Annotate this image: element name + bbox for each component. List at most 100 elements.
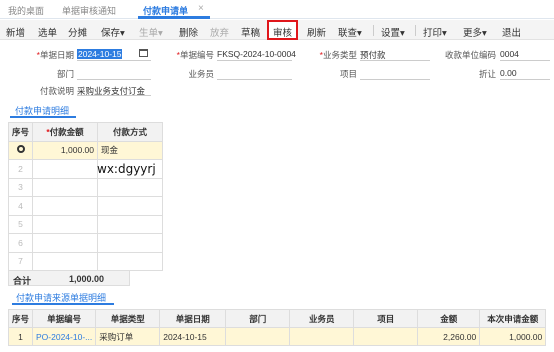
- amount-cell[interactable]: [32, 177, 99, 197]
- total-value: 1,000.00: [69, 274, 105, 284]
- abandon-button[interactable]: 放弃: [210, 25, 229, 39]
- seq-cell: 5: [7, 214, 34, 234]
- detail-title-underline: [10, 116, 76, 118]
- print-label: 打印: [423, 28, 443, 39]
- chevron-down-icon: ▾: [442, 28, 447, 39]
- seq-cell: 2: [7, 159, 34, 179]
- src-project-cell: [353, 327, 419, 346]
- project-label: 项目: [339, 69, 357, 79]
- table-row[interactable]: 1,000.00 现金: [7, 140, 164, 160]
- doc-date-value: 2024-10-15: [77, 49, 123, 59]
- more-label: 更多: [463, 28, 483, 39]
- amount-cell[interactable]: [32, 196, 99, 216]
- src-col-seq: 序号: [7, 309, 34, 328]
- generate-label: 生单: [139, 28, 159, 39]
- exit-button[interactable]: 退出: [502, 25, 521, 39]
- chevron-down-icon: ▾: [400, 28, 405, 39]
- src-seq-cell: 1: [7, 327, 34, 346]
- remark-label: 付款说明: [39, 86, 74, 96]
- biz-type-label: *业务类型: [309, 49, 357, 61]
- src-col-docdate: 单据日期: [159, 309, 227, 328]
- method-cell[interactable]: 现金: [97, 140, 164, 160]
- src-col-staff: 业务员: [289, 309, 355, 328]
- src-col-doctype: 单据类型: [95, 309, 161, 328]
- total-row: 合计 1,000.00: [8, 270, 130, 286]
- add-button[interactable]: 新增: [6, 25, 25, 39]
- generate-button[interactable]: 生单▾: [139, 25, 163, 39]
- settings-button[interactable]: 设置▾: [381, 25, 405, 39]
- col-amount-header: *付款金额: [32, 122, 99, 142]
- method-cell[interactable]: [97, 251, 164, 271]
- src-staff-cell: [289, 327, 355, 346]
- src-col-docno: 单据编号: [32, 309, 97, 328]
- method-cell[interactable]: [97, 177, 164, 197]
- refresh-button[interactable]: 刷新: [307, 25, 326, 39]
- remark-underline: [77, 95, 151, 96]
- source-grid-header: 序号 单据编号 单据类型 单据日期 部门 业务员 项目 金额 本次申请金额: [7, 309, 547, 328]
- delete-button[interactable]: 删除: [179, 25, 198, 39]
- payee-code-underline: [500, 60, 550, 61]
- table-row[interactable]: 7: [7, 251, 164, 271]
- src-col-project: 项目: [353, 309, 419, 328]
- calendar-icon[interactable]: [139, 49, 148, 57]
- doc-date-underline: [77, 60, 151, 61]
- source-grid: 序号 单据编号 单据类型 单据日期 部门 业务员 项目 金额 本次申请金额 1 …: [7, 309, 547, 346]
- chevron-down-icon: ▾: [357, 28, 362, 39]
- payee-code-field[interactable]: 0004: [500, 49, 519, 59]
- col-seq-header: 序号: [7, 122, 34, 142]
- tab-desktop[interactable]: 我的桌面: [8, 4, 44, 17]
- chevron-down-icon: ▾: [120, 28, 125, 39]
- overlay-text: wx:dgyyrj: [97, 162, 156, 176]
- project-underline: [360, 79, 430, 80]
- amount-cell[interactable]: [32, 233, 99, 253]
- amount-cell[interactable]: 1,000.00: [32, 140, 99, 160]
- seq-cell: 6: [7, 233, 34, 253]
- discount-underline: [500, 79, 550, 80]
- method-cell[interactable]: [97, 233, 164, 253]
- src-docno-link[interactable]: PO-2024-10-...: [32, 327, 97, 346]
- amount-cell[interactable]: [32, 251, 99, 271]
- toolbar-divider: [415, 25, 416, 36]
- detail-grid-header: 序号 *付款金额 付款方式: [7, 122, 164, 142]
- amount-cell[interactable]: [32, 214, 99, 234]
- doc-no-label: *单据编号: [168, 49, 214, 61]
- chevron-down-icon: ▾: [482, 28, 487, 39]
- seq-cell: 3: [7, 177, 34, 197]
- more-button[interactable]: 更多▾: [463, 25, 487, 39]
- biz-type-underline: [360, 60, 430, 61]
- split-button[interactable]: 分摊: [68, 25, 87, 39]
- chevron-down-icon: ▾: [158, 28, 163, 39]
- amount-cell[interactable]: [32, 159, 99, 179]
- src-col-request-amount: 本次申请金额: [479, 309, 547, 328]
- linkquery-button[interactable]: 联查▾: [338, 25, 362, 39]
- table-row[interactable]: 1 PO-2024-10-... 采购订单 2024-10-15 2,260.0…: [7, 327, 547, 346]
- discount-field[interactable]: 0.00: [500, 68, 517, 78]
- row-locator[interactable]: [7, 140, 34, 160]
- dept-label: 部门: [56, 69, 74, 79]
- table-row[interactable]: 5: [7, 214, 164, 234]
- doc-no-label-text: 单据编号: [179, 50, 214, 60]
- table-row[interactable]: 4: [7, 196, 164, 216]
- active-tab-indicator: [138, 16, 210, 19]
- col-method-header: 付款方式: [97, 122, 164, 142]
- src-dept-cell: [225, 327, 291, 346]
- doc-date-label: *单据日期: [20, 49, 74, 61]
- audit-button[interactable]: 审核: [273, 25, 292, 39]
- tab-audit-notice[interactable]: 单据审核通知: [62, 4, 116, 17]
- locate-icon: [16, 145, 25, 154]
- dept-underline: [77, 79, 151, 80]
- method-cell[interactable]: [97, 196, 164, 216]
- table-row[interactable]: 3: [7, 177, 164, 197]
- doc-no-field[interactable]: FKSQ-2024-10-0004: [217, 49, 296, 59]
- table-row[interactable]: 6: [7, 233, 164, 253]
- close-icon[interactable]: ×: [198, 3, 204, 14]
- print-button[interactable]: 打印▾: [423, 25, 447, 39]
- col-amount-header-text: 付款金额: [49, 126, 84, 137]
- src-request-amount-cell[interactable]: 1,000.00: [479, 327, 547, 346]
- seq-cell: 7: [7, 251, 34, 271]
- pick-button[interactable]: 选单: [38, 25, 57, 39]
- doc-date-field[interactable]: 2024-10-15: [77, 49, 123, 59]
- draft-button[interactable]: 草稿: [241, 25, 260, 39]
- save-button[interactable]: 保存▾: [101, 25, 125, 39]
- method-cell[interactable]: [97, 214, 164, 234]
